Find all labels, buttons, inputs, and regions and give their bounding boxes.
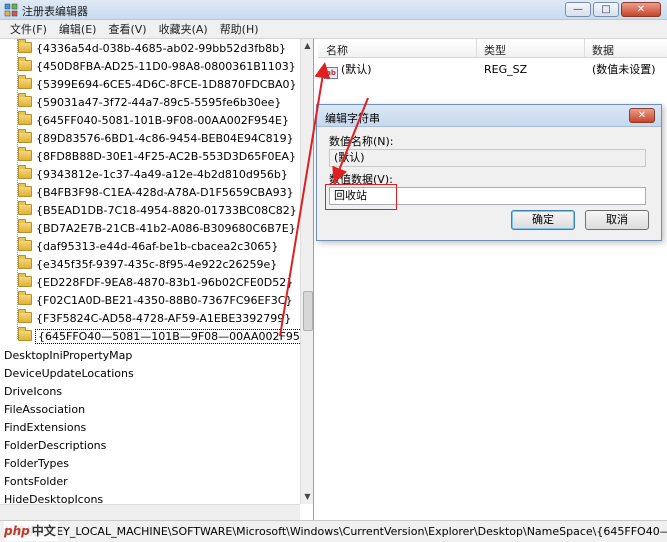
tree-item[interactable]: {F3F5824C-AD58-4728-AF59-A1EBE3392799} [18,309,291,327]
folder-icon [18,165,32,179]
registry-tree[interactable]: {4336a54d-038b-4685-ab02-99bb52d3fb8b} {… [0,39,314,520]
status-path: 计算机\HKEY_LOCAL_MACHINE\SOFTWARE\Microsof… [4,525,667,538]
folder-icon [18,93,32,107]
scroll-down-arrow-icon[interactable]: ▼ [301,490,313,504]
folder-icon [18,255,32,269]
menu-edit[interactable]: 编辑(E) [53,21,103,37]
tree-horizontal-scrollbar[interactable] [0,504,300,520]
tree-item[interactable]: {645FF040-5081-101B-9F08-00AA002F954E} [18,111,289,129]
tree-item-new-key[interactable]: {645FFO40—5081—101B—9F08—00AA002F954E} [18,327,313,345]
tree-item[interactable]: {F02C1A0D-BE21-4350-88B0-7367FC96EF3C} [18,291,292,309]
minimize-button[interactable]: — [565,2,591,17]
menu-favorites[interactable]: 收藏夹(A) [153,21,214,37]
tree-item[interactable]: {B5EAD1DB-7C18-4954-8820-01733BC08C82} [18,201,297,219]
tree-item[interactable]: FileAssociation [4,401,85,418]
folder-icon [18,39,32,53]
folder-icon [18,219,32,233]
tree-item[interactable]: {e345f35f-9397-435c-8f95-4e922c26259e} [18,255,277,273]
close-button[interactable]: ✕ [621,2,661,17]
folder-icon [18,111,32,125]
tree-item[interactable]: {89D83576-6BD1-4c86-9454-BEB04E94C819} [18,129,294,147]
tree-item[interactable]: FindExtensions [4,419,86,436]
tree-item[interactable]: DeviceUpdateLocations [4,365,134,382]
list-header: 名称 类型 数据 [318,39,667,58]
tree-item[interactable]: {59031a47-3f72-44a7-89c5-5595fe6b30ee} [18,93,281,111]
value-name-field: (默认) [329,149,646,167]
value-name-label: 数值名称(N): [329,135,394,148]
folder-icon [18,237,32,251]
folder-icon [18,147,32,161]
tree-vertical-scrollbar[interactable]: ▲ ▼ [300,39,313,504]
maximize-button[interactable]: □ [593,2,619,17]
menu-bar: 文件(F) 编辑(E) 查看(V) 收藏夹(A) 帮助(H) [0,20,667,39]
window-title: 注册表编辑器 [22,5,88,18]
menu-view[interactable]: 查看(V) [102,21,152,37]
status-bar: 计算机\HKEY_LOCAL_MACHINE\SOFTWARE\Microsof… [0,520,667,542]
column-type[interactable]: 类型 [484,42,506,58]
folder-icon [18,309,32,323]
tree-item[interactable]: {4336a54d-038b-4685-ab02-99bb52d3fb8b} [18,39,286,57]
scroll-thumb[interactable] [303,291,313,331]
string-value-icon: ab [324,67,338,79]
tree-item[interactable]: {ED228FDF-9EA8-4870-83b1-96b02CFE0D52} [18,273,293,291]
folder-icon [18,327,32,341]
folder-icon [18,75,32,89]
watermark: php中文网 [4,521,58,541]
tree-item[interactable]: {B4FB3F98-C1EA-428d-A78A-D1F5659CBA93} [18,183,294,201]
dialog-title: 编辑字符串 [325,112,380,125]
cancel-button[interactable]: 取消 [585,210,649,230]
tree-item[interactable]: {9343812e-1c37-4a49-a12e-4b2d810d956b} [18,165,288,183]
column-data[interactable]: 数据 [592,42,614,58]
tree-item[interactable]: {BD7A2E7B-21CB-41b2-A086-B309680C6B7E} [18,219,296,237]
ok-button[interactable]: 确定 [511,210,575,230]
tree-item[interactable]: FontsFolder [4,473,68,490]
dialog-title-bar: 编辑字符串 ✕ [317,105,661,127]
folder-icon [18,273,32,287]
folder-icon [18,183,32,197]
list-row-default[interactable]: ab (默认) REG_SZ (数值未设置) [318,61,667,79]
edit-string-dialog: 编辑字符串 ✕ 数值名称(N): (默认) 数值数据(V): 回收站 确定 取消 [316,104,662,241]
regedit-app-icon [4,3,18,17]
tree-item[interactable]: {8FD8B88D-30E1-4F25-AC2B-553D3D65F0EA} [18,147,296,165]
title-bar: 注册表编辑器 — □ ✕ [0,0,667,20]
folder-icon [18,291,32,305]
tree-item[interactable]: {daf95313-e44d-46af-be1b-cbacea2c3065} [18,237,278,255]
column-name[interactable]: 名称 [326,42,348,58]
folder-icon [18,129,32,143]
menu-help[interactable]: 帮助(H) [214,21,265,37]
dialog-close-button[interactable]: ✕ [629,108,655,123]
folder-icon [18,201,32,215]
tree-item[interactable]: DesktopIniPropertyMap [4,347,132,364]
tree-item[interactable]: FolderTypes [4,455,69,472]
tree-item[interactable]: {450D8FBA-AD25-11D0-98A8-0800361B1103} [18,57,296,75]
tree-item[interactable]: DriveIcons [4,383,62,400]
folder-icon [18,57,32,71]
scroll-up-arrow-icon[interactable]: ▲ [301,39,313,53]
tree-item[interactable]: {5399E694-6CE5-4D6C-8FCE-1D8870FDCBA0} [18,75,297,93]
annotation-highlight-box [325,184,397,210]
menu-file[interactable]: 文件(F) [4,21,53,37]
tree-item[interactable]: FolderDescriptions [4,437,106,454]
